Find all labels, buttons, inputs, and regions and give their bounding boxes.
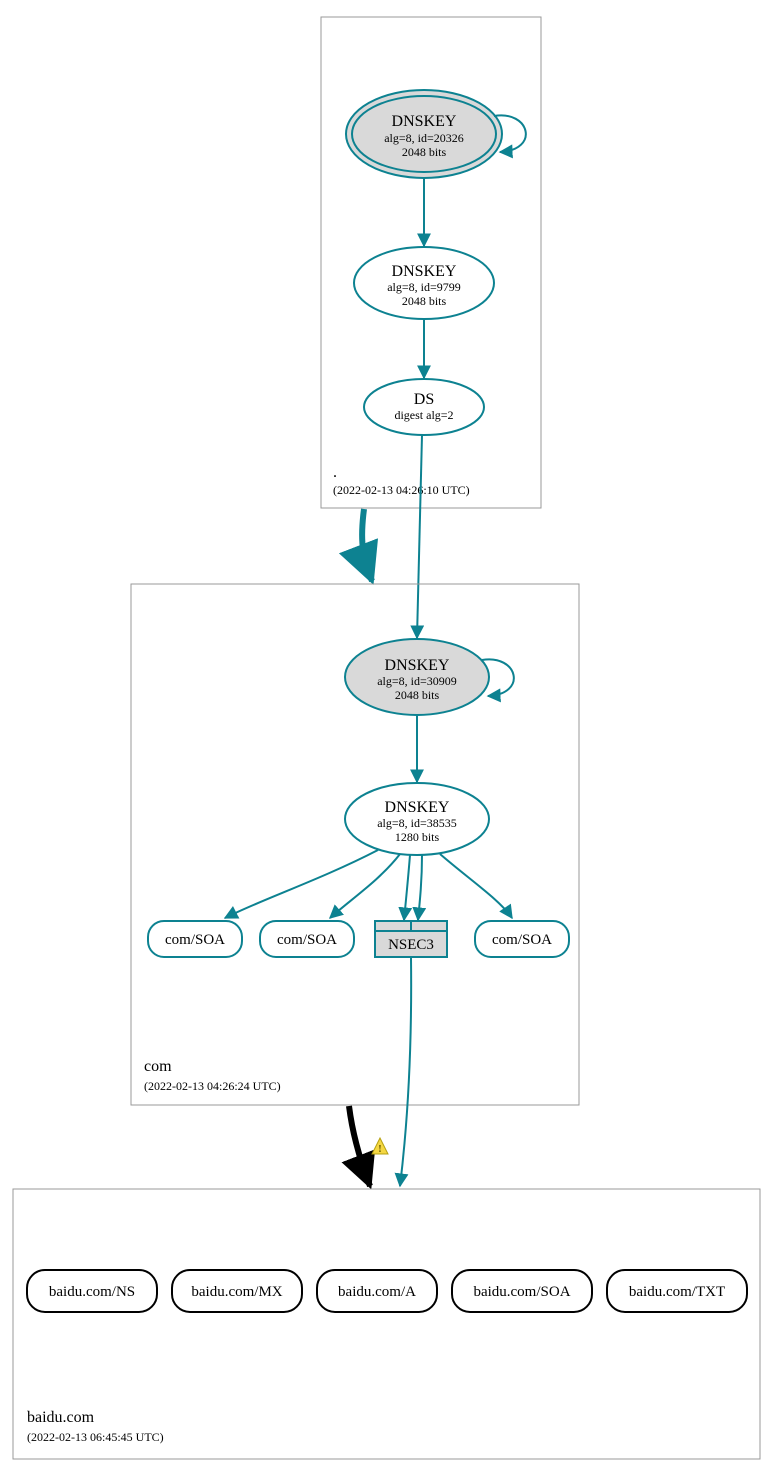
baidu-txt-label: baidu.com/TXT [629, 1284, 725, 1300]
baidu-soa-node: baidu.com/SOA [452, 1270, 592, 1312]
baidu-ns-label: baidu.com/NS [49, 1284, 135, 1300]
baidu-a-node: baidu.com/A [317, 1270, 437, 1312]
edge-ds-to-comksk [417, 435, 422, 638]
com-soa1-label: com/SOA [165, 932, 225, 948]
root-ds-line1: digest alg=2 [394, 408, 453, 422]
baidu-mx-label: baidu.com/MX [191, 1284, 282, 1300]
com-soa-node-2: com/SOA [260, 921, 354, 957]
edge-comzsk-nsec3-1 [404, 855, 410, 920]
warning-icon: ! [372, 1138, 388, 1155]
baidu-zone-label: baidu.com [27, 1409, 95, 1426]
root-zsk-line1: alg=8, id=9799 [387, 280, 461, 294]
root-ds-node: DS digest alg=2 [364, 379, 484, 435]
baidu-mx-node: baidu.com/MX [172, 1270, 302, 1312]
baidu-txt-node: baidu.com/TXT [607, 1270, 747, 1312]
root-ds-title: DS [414, 391, 434, 408]
edge-comzsk-soa2 [330, 854, 400, 918]
com-zone-label: com [144, 1058, 172, 1075]
baidu-zone-timestamp: (2022-02-13 06:45:45 UTC) [27, 1430, 164, 1444]
svg-text:!: ! [378, 1143, 382, 1155]
com-ksk-line2: 2048 bits [395, 688, 440, 702]
root-dnskey-zsk-node: DNSKEY alg=8, id=9799 2048 bits [354, 247, 494, 319]
edge-com-to-baidu-thick [349, 1106, 370, 1186]
com-dnskey-ksk-node: DNSKEY alg=8, id=30909 2048 bits [345, 639, 489, 715]
root-zone-label: . [333, 464, 337, 481]
com-soa-node-1: com/SOA [148, 921, 242, 957]
baidu-zone-box [13, 1189, 760, 1459]
com-soa2-label: com/SOA [277, 932, 337, 948]
root-dnskey-ksk-node: DNSKEY alg=8, id=20326 2048 bits [346, 90, 502, 178]
baidu-ns-node: baidu.com/NS [27, 1270, 157, 1312]
baidu-a-label: baidu.com/A [338, 1284, 416, 1300]
com-nsec3-label: NSEC3 [388, 937, 434, 953]
baidu-soa-label: baidu.com/SOA [473, 1284, 570, 1300]
edge-comzsk-soa1 [225, 850, 378, 918]
edge-nsec3-to-baidu [400, 958, 411, 1186]
com-soa-node-3: com/SOA [475, 921, 569, 957]
root-zsk-line2: 2048 bits [402, 294, 447, 308]
com-zone-timestamp: (2022-02-13 04:26:24 UTC) [144, 1079, 281, 1093]
root-zone-timestamp: (2022-02-13 04:26:10 UTC) [333, 483, 470, 497]
com-zsk-line2: 1280 bits [395, 830, 440, 844]
com-zsk-title: DNSKEY [385, 799, 450, 816]
com-ksk-line1: alg=8, id=30909 [377, 674, 457, 688]
root-ksk-title: DNSKEY [392, 113, 457, 130]
com-ksk-title: DNSKEY [385, 657, 450, 674]
com-dnskey-zsk-node: DNSKEY alg=8, id=38535 1280 bits [345, 783, 489, 855]
com-nsec3-node: NSEC3 [375, 921, 447, 957]
com-soa3-label: com/SOA [492, 932, 552, 948]
root-ksk-line1: alg=8, id=20326 [384, 131, 464, 145]
root-zsk-title: DNSKEY [392, 263, 457, 280]
edge-comzsk-nsec3-2 [418, 855, 422, 920]
root-ksk-line2: 2048 bits [402, 145, 447, 159]
com-zsk-line1: alg=8, id=38535 [377, 816, 457, 830]
dnssec-diagram: . (2022-02-13 04:26:10 UTC) DNSKEY alg=8… [0, 0, 773, 1473]
edge-root-to-com-thick [362, 509, 372, 581]
edge-comzsk-soa3 [440, 854, 512, 918]
